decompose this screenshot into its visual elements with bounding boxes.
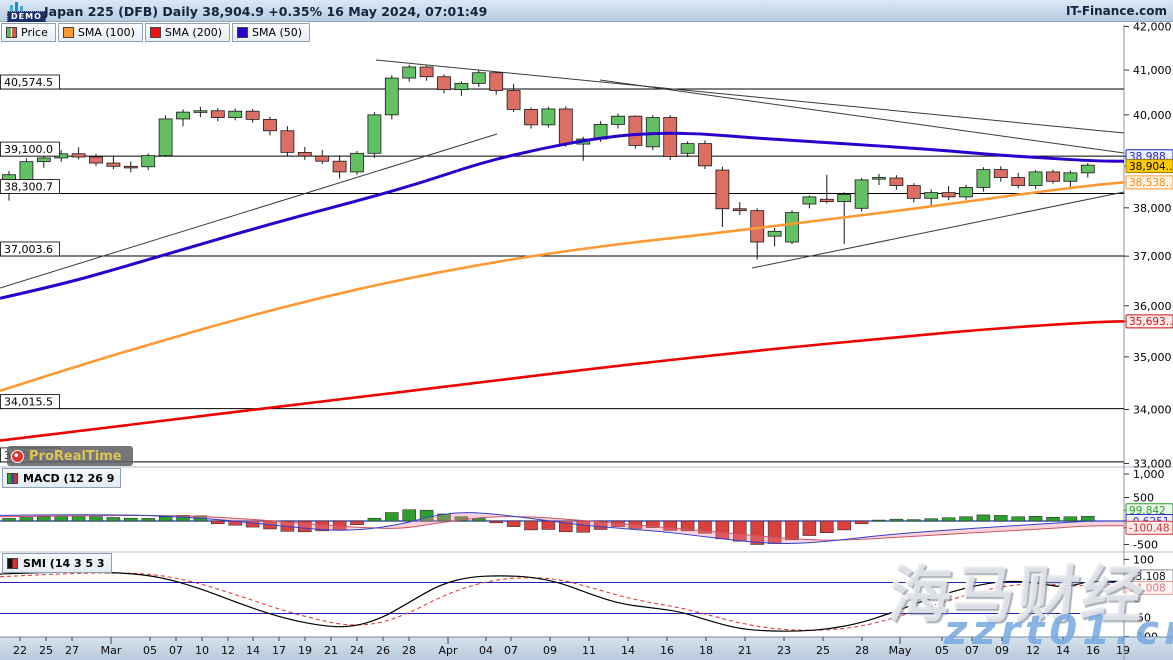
legend-label: SMA (100) [78,26,135,39]
legend-item-sma50[interactable]: SMA (50) [232,23,310,42]
svg-text:23: 23 [777,644,791,657]
svg-text:37,000: 37,000 [1133,250,1172,263]
price-axis-ticks: 42,000 41,000 40,000 38,000 37,000 36,000 35,0… [1124,22,1172,471]
sma200-swatch-icon [150,27,161,38]
svg-text:38,000: 38,000 [1133,202,1172,215]
legend-item-sma200[interactable]: SMA (200) [145,23,230,42]
svg-text:21: 21 [324,644,338,657]
sma-layer [0,133,1124,440]
svg-text:500: 500 [1133,492,1154,505]
svg-text:26: 26 [376,644,390,657]
legend-label: Price [21,26,48,39]
legend-item-price[interactable]: Price [1,23,56,42]
candles-layer [3,65,1095,260]
price-legend-row: Price SMA (100) SMA (200) SMA (50) [1,23,310,42]
svg-text:12: 12 [221,644,235,657]
svg-text:36,000: 36,000 [1133,300,1172,313]
brand-link[interactable]: IT-Finance.com [1066,4,1167,18]
prorealtime-watermark: ProRealTime [7,446,133,466]
svg-text:11: 11 [582,644,596,657]
svg-text:-100.48: -100.48 [1129,523,1170,535]
candles-icon [6,27,17,38]
svg-text:35,693..: 35,693.. [1129,316,1172,328]
watermark-url: zzrt01.cn [944,608,1173,654]
svg-text:39,100.0: 39,100.0 [4,143,53,156]
prorealtime-logo-icon [11,450,24,463]
svg-text:Apr: Apr [438,644,458,657]
svg-text:41,000: 41,000 [1133,64,1172,77]
svg-text:May: May [889,644,912,657]
svg-text:19: 19 [298,644,312,657]
svg-text:27: 27 [65,644,79,657]
smi-legend[interactable]: SMI (14 3 5 3 [2,553,112,573]
svg-text:07: 07 [169,644,183,657]
chart-area: 40,574.5 39,100.0 38,300.7 37,003.6 34,015.5… [0,22,1173,660]
svg-text:1,000: 1,000 [1133,468,1165,481]
svg-text:38,538..: 38,538.. [1129,177,1172,189]
legend-label: SMA (200) [165,26,222,39]
svg-text:35,000: 35,000 [1133,351,1172,364]
macd-legend[interactable]: MACD (12 26 9 [2,468,121,488]
svg-text:38,904..: 38,904.. [1129,161,1172,173]
svg-text:10: 10 [195,644,209,657]
svg-text:16: 16 [660,644,674,657]
macd-panel: 1,000500-500 [0,468,1165,552]
svg-text:07: 07 [504,644,518,657]
svg-text:05: 05 [143,644,157,657]
svg-text:37,003.6: 37,003.6 [4,243,53,256]
svg-text:40,574.5: 40,574.5 [4,76,53,89]
svg-text:Mar: Mar [101,644,122,657]
legend-item-sma100[interactable]: SMA (100) [58,23,143,42]
svg-text:09: 09 [543,644,557,657]
sma100-swatch-icon [63,27,74,38]
svg-text:18: 18 [699,644,713,657]
svg-text:40,000: 40,000 [1133,109,1172,122]
price-level-labels: 40,574.5 39,100.0 38,300.7 37,003.6 34,015.5… [1,75,60,462]
axis-badges: 38,988..38,538..35,693..38,904..99.842-0… [1124,150,1173,595]
svg-text:38,300.7: 38,300.7 [4,181,53,194]
svg-text:34,000: 34,000 [1133,403,1172,416]
svg-text:25: 25 [39,644,53,657]
svg-text:14: 14 [621,644,635,657]
svg-text:22: 22 [13,644,27,657]
smi-legend-label: SMI (14 3 5 3 [23,557,105,570]
legend-label: SMA (50) [252,26,302,39]
svg-text:17: 17 [272,644,286,657]
svg-text:04: 04 [479,644,493,657]
svg-text:42,000: 42,000 [1133,22,1172,33]
svg-text:28: 28 [855,644,869,657]
svg-text:24: 24 [350,644,364,657]
sma50-swatch-icon [237,27,248,38]
svg-text:34,015.5: 34,015.5 [4,396,53,409]
prorealtime-label: ProRealTime [29,449,122,464]
svg-text:21: 21 [738,644,752,657]
titlebar: DEMO Japan 225 (DFB) Daily 38,904.9 +0.3… [0,0,1173,22]
smi-icon [7,558,18,569]
macd-legend-label: MACD (12 26 9 [23,472,114,485]
instrument-title: Japan 225 (DFB) Daily 38,904.9 +0.35% 16… [44,4,487,19]
macd-icon [7,473,18,484]
svg-text:25: 25 [816,644,830,657]
charting-app: DEMO Japan 225 (DFB) Daily 38,904.9 +0.3… [0,0,1173,660]
svg-text:28: 28 [402,644,416,657]
svg-text:14: 14 [246,644,260,657]
